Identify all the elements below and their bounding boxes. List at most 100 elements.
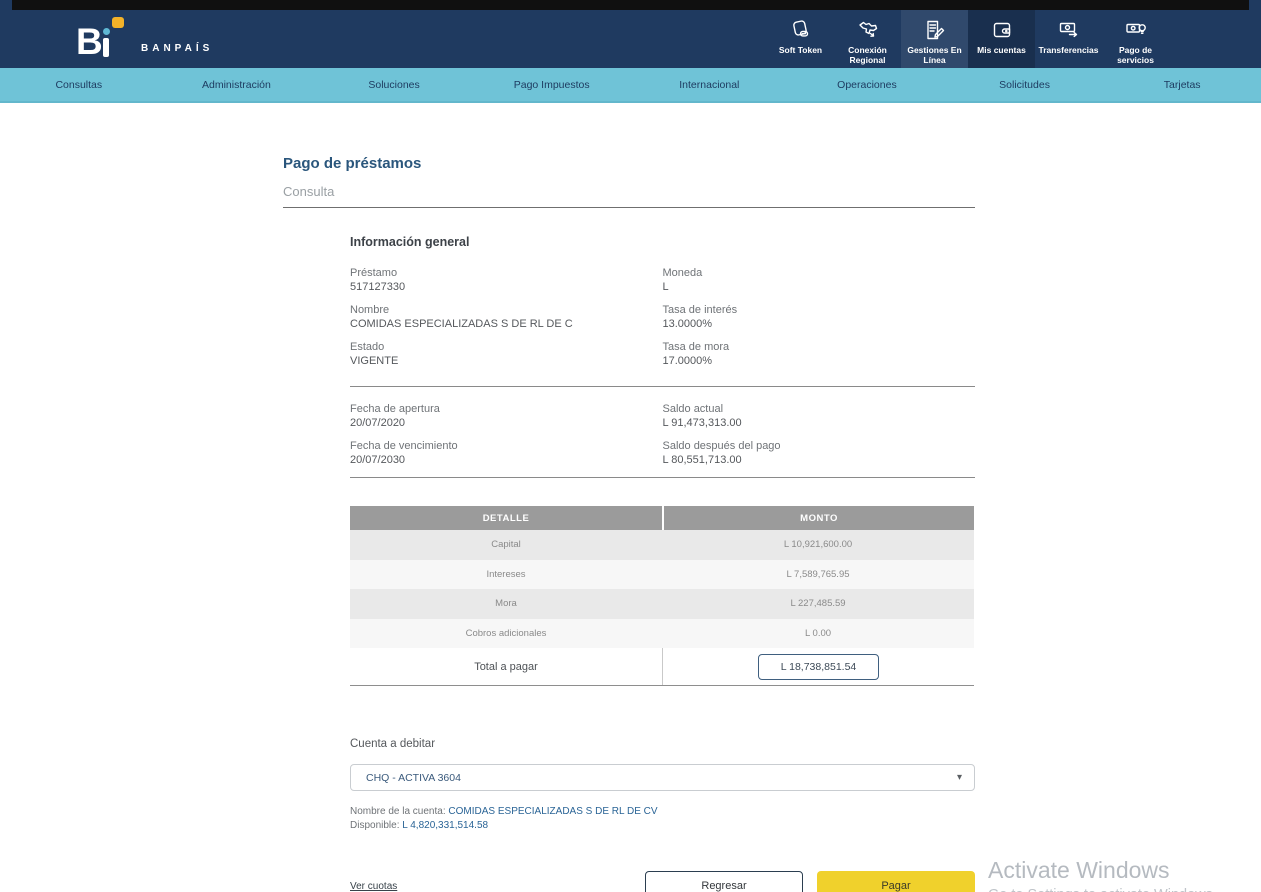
field-label: Fecha de apertura xyxy=(350,403,440,415)
nav-item[interactable]: Consultas xyxy=(0,79,158,91)
nav-item[interactable]: Soluciones xyxy=(315,79,473,91)
nav-item[interactable]: Solicitudes xyxy=(946,79,1104,91)
info-fields-top: Préstamo 517127330 Moneda L Nombre COMID… xyxy=(350,267,975,368)
debit-account-select[interactable]: CHQ - ACTIVA 3604 ▾ xyxy=(350,764,975,791)
mis-cuentas-icon xyxy=(989,17,1015,43)
table-header-row: DETALLE MONTO xyxy=(350,506,974,530)
logo-bi-mark: B xyxy=(76,17,132,62)
quick-action-tile[interactable]: Mis cuentas xyxy=(968,10,1035,68)
ver-cuotas-link[interactable]: Ver cuotas xyxy=(350,881,397,892)
field-label: Saldo actual xyxy=(662,403,724,415)
table-cell-detail: Intereses xyxy=(486,568,526,580)
logo-wordmark: BANPAÍS xyxy=(141,43,214,54)
field-row: Estado VIGENTE Tasa de mora 17.0000% xyxy=(350,341,975,368)
field-label: Nombre xyxy=(350,304,390,316)
logo-yellow-square xyxy=(112,17,124,28)
field-label: Tasa de interés xyxy=(662,304,738,316)
quick-action-label: Soft Token xyxy=(778,45,823,55)
nav-item[interactable]: Administración xyxy=(158,79,316,91)
table-cell-amount: L 227,485.59 xyxy=(790,598,846,610)
nav-item[interactable]: Tarjetas xyxy=(1103,79,1261,91)
table-cell-amount: L 0.00 xyxy=(804,627,832,639)
quick-actions-menu: Soft Token Conexión Regional Gestiones E… xyxy=(767,10,1169,68)
table-header-amount: MONTO xyxy=(662,506,974,530)
table-cell-detail: Capital xyxy=(491,539,521,551)
quick-action-label: Pago de servicios xyxy=(1117,45,1154,66)
app-header: B BANPAÍS Soft Token Conexión Regional G… xyxy=(0,0,1261,68)
regresar-button[interactable]: Regresar xyxy=(645,871,803,892)
field-value: COMIDAS ESPECIALIZADAS S DE RL DE C xyxy=(350,318,573,330)
field-row: Préstamo 517127330 Moneda L xyxy=(350,267,975,294)
account-name-line: Nombre de la cuenta: COMIDAS ESPECIALIZA… xyxy=(350,805,975,819)
field-value: L 80,551,713.00 xyxy=(662,454,742,466)
field-value: 20/07/2020 xyxy=(350,417,406,429)
main-navbar: Consultas Administración Soluciones Pago… xyxy=(0,68,1261,103)
activate-windows-watermark: Activate Windows Go to Settings to activ… xyxy=(988,857,1217,892)
quick-action-tile[interactable]: Conexión Regional xyxy=(834,10,901,68)
banpais-logo[interactable]: B BANPAÍS xyxy=(76,17,214,62)
info-fields-bottom: Fecha de apertura 20/07/2020 Saldo actua… xyxy=(350,403,975,467)
payment-detail-table: DETALLE MONTO Capital L 10,921,600.00 In… xyxy=(350,506,974,686)
section-divider xyxy=(350,477,975,478)
total-amount-box[interactable]: L 18,738,851.54 xyxy=(757,653,880,680)
gestiones-en-linea-icon xyxy=(922,17,948,43)
table-total-row: Total a pagar L 18,738,851.54 xyxy=(350,648,974,686)
quick-action-tile[interactable]: Transferencias xyxy=(1035,10,1102,68)
selected-account: CHQ - ACTIVA 3604 xyxy=(366,771,461,784)
window-top-strip xyxy=(12,0,1249,10)
nav-item[interactable]: Operaciones xyxy=(788,79,946,91)
pagar-button[interactable]: Pagar xyxy=(817,871,975,892)
table-body: Capital L 10,921,600.00 Intereses L 7,58… xyxy=(350,530,974,648)
caret-down-icon: ▾ xyxy=(956,772,962,783)
field-label: Moneda xyxy=(662,267,703,279)
nav-item[interactable]: Pago Impuestos xyxy=(473,79,631,91)
field-row: Fecha de apertura 20/07/2020 Saldo actua… xyxy=(350,403,975,430)
conexion-regional-icon xyxy=(855,17,881,43)
account-available-line: Disponible: L 4,820,331,514.58 xyxy=(350,819,975,833)
field-value: 517127330 xyxy=(350,281,406,293)
available-label: Disponible: xyxy=(350,820,400,831)
table-header-detail: DETALLE xyxy=(482,512,530,524)
field-value: 13.0000% xyxy=(662,318,713,330)
table-cell-detail: Cobros adicionales xyxy=(465,627,547,639)
field-value: L 91,473,313.00 xyxy=(662,417,742,429)
table-row: Intereses L 7,589,765.95 xyxy=(350,559,974,589)
soft-token-icon xyxy=(788,17,814,43)
quick-action-label: Conexión Regional xyxy=(848,45,887,66)
field-value: 17.0000% xyxy=(662,355,713,367)
field-label: Estado xyxy=(350,341,385,353)
table-row: Cobros adicionales L 0.00 xyxy=(350,618,974,648)
debit-account-label: Cuenta a debitar xyxy=(350,738,436,750)
account-info: Nombre de la cuenta: COMIDAS ESPECIALIZA… xyxy=(350,805,975,833)
title-divider xyxy=(283,207,975,208)
quick-action-tile[interactable]: Soft Token xyxy=(767,10,834,68)
page-title: Pago de préstamos xyxy=(283,155,422,172)
field-value: L xyxy=(662,281,669,293)
table-row: Capital L 10,921,600.00 xyxy=(350,530,974,560)
logo-i-stem xyxy=(103,38,109,57)
quick-action-tile[interactable]: Gestiones En Línea xyxy=(901,10,968,68)
field-label: Fecha de vencimiento xyxy=(350,440,458,452)
field-label: Saldo después del pago xyxy=(662,440,781,452)
logo-i-dot xyxy=(103,28,110,35)
quick-action-tile[interactable]: Pago de servicios xyxy=(1102,10,1169,68)
table-row: Mora L 227,485.59 xyxy=(350,589,974,619)
quick-action-label: Mis cuentas xyxy=(977,45,1026,55)
account-name-label: Nombre de la cuenta: xyxy=(350,806,446,817)
available-value: L 4,820,331,514.58 xyxy=(402,820,489,831)
section-title-general-info: Información general xyxy=(350,235,470,249)
field-label: Tasa de mora xyxy=(662,341,730,353)
account-name-value: COMIDAS ESPECIALIZADAS S DE RL DE CV xyxy=(448,806,658,817)
pago-servicios-icon xyxy=(1123,17,1149,43)
field-value: VIGENTE xyxy=(350,355,399,367)
transferencias-icon xyxy=(1056,17,1082,43)
field-row: Nombre COMIDAS ESPECIALIZADAS S DE RL DE… xyxy=(350,304,975,331)
nav-item[interactable]: Internacional xyxy=(631,79,789,91)
field-row: Fecha de vencimiento 20/07/2030 Saldo de… xyxy=(350,440,975,467)
table-cell-detail: Mora xyxy=(495,598,517,610)
field-label: Préstamo xyxy=(350,267,398,279)
total-label: Total a pagar xyxy=(474,660,538,673)
quick-action-label: Gestiones En Línea xyxy=(907,45,962,66)
table-cell-amount: L 7,589,765.95 xyxy=(786,568,850,580)
field-value: 20/07/2030 xyxy=(350,454,406,466)
